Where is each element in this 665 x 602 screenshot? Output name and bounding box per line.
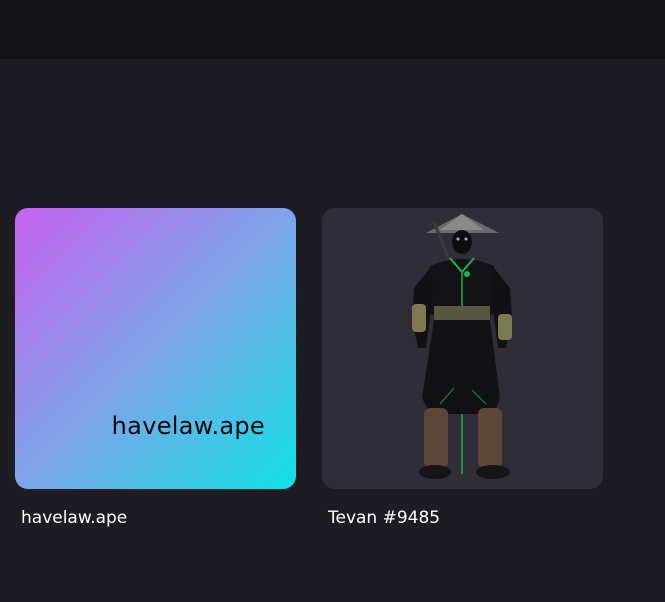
nft-thumbnail-tevan[interactable] — [322, 208, 603, 489]
thumbnail-domain-text: havelaw.ape — [111, 412, 265, 440]
nft-card-tevan[interactable]: Tevan #9485 — [322, 208, 603, 528]
top-bar — [0, 0, 665, 59]
nft-thumbnail-havelaw[interactable]: havelaw.ape — [15, 208, 296, 489]
warrior-figure-icon — [412, 214, 512, 479]
nft-card-title[interactable]: Tevan #9485 — [328, 508, 440, 528]
nft-card-havelaw[interactable]: havelaw.ape havelaw.ape — [15, 208, 296, 528]
nft-card-title[interactable]: havelaw.ape — [21, 508, 127, 528]
